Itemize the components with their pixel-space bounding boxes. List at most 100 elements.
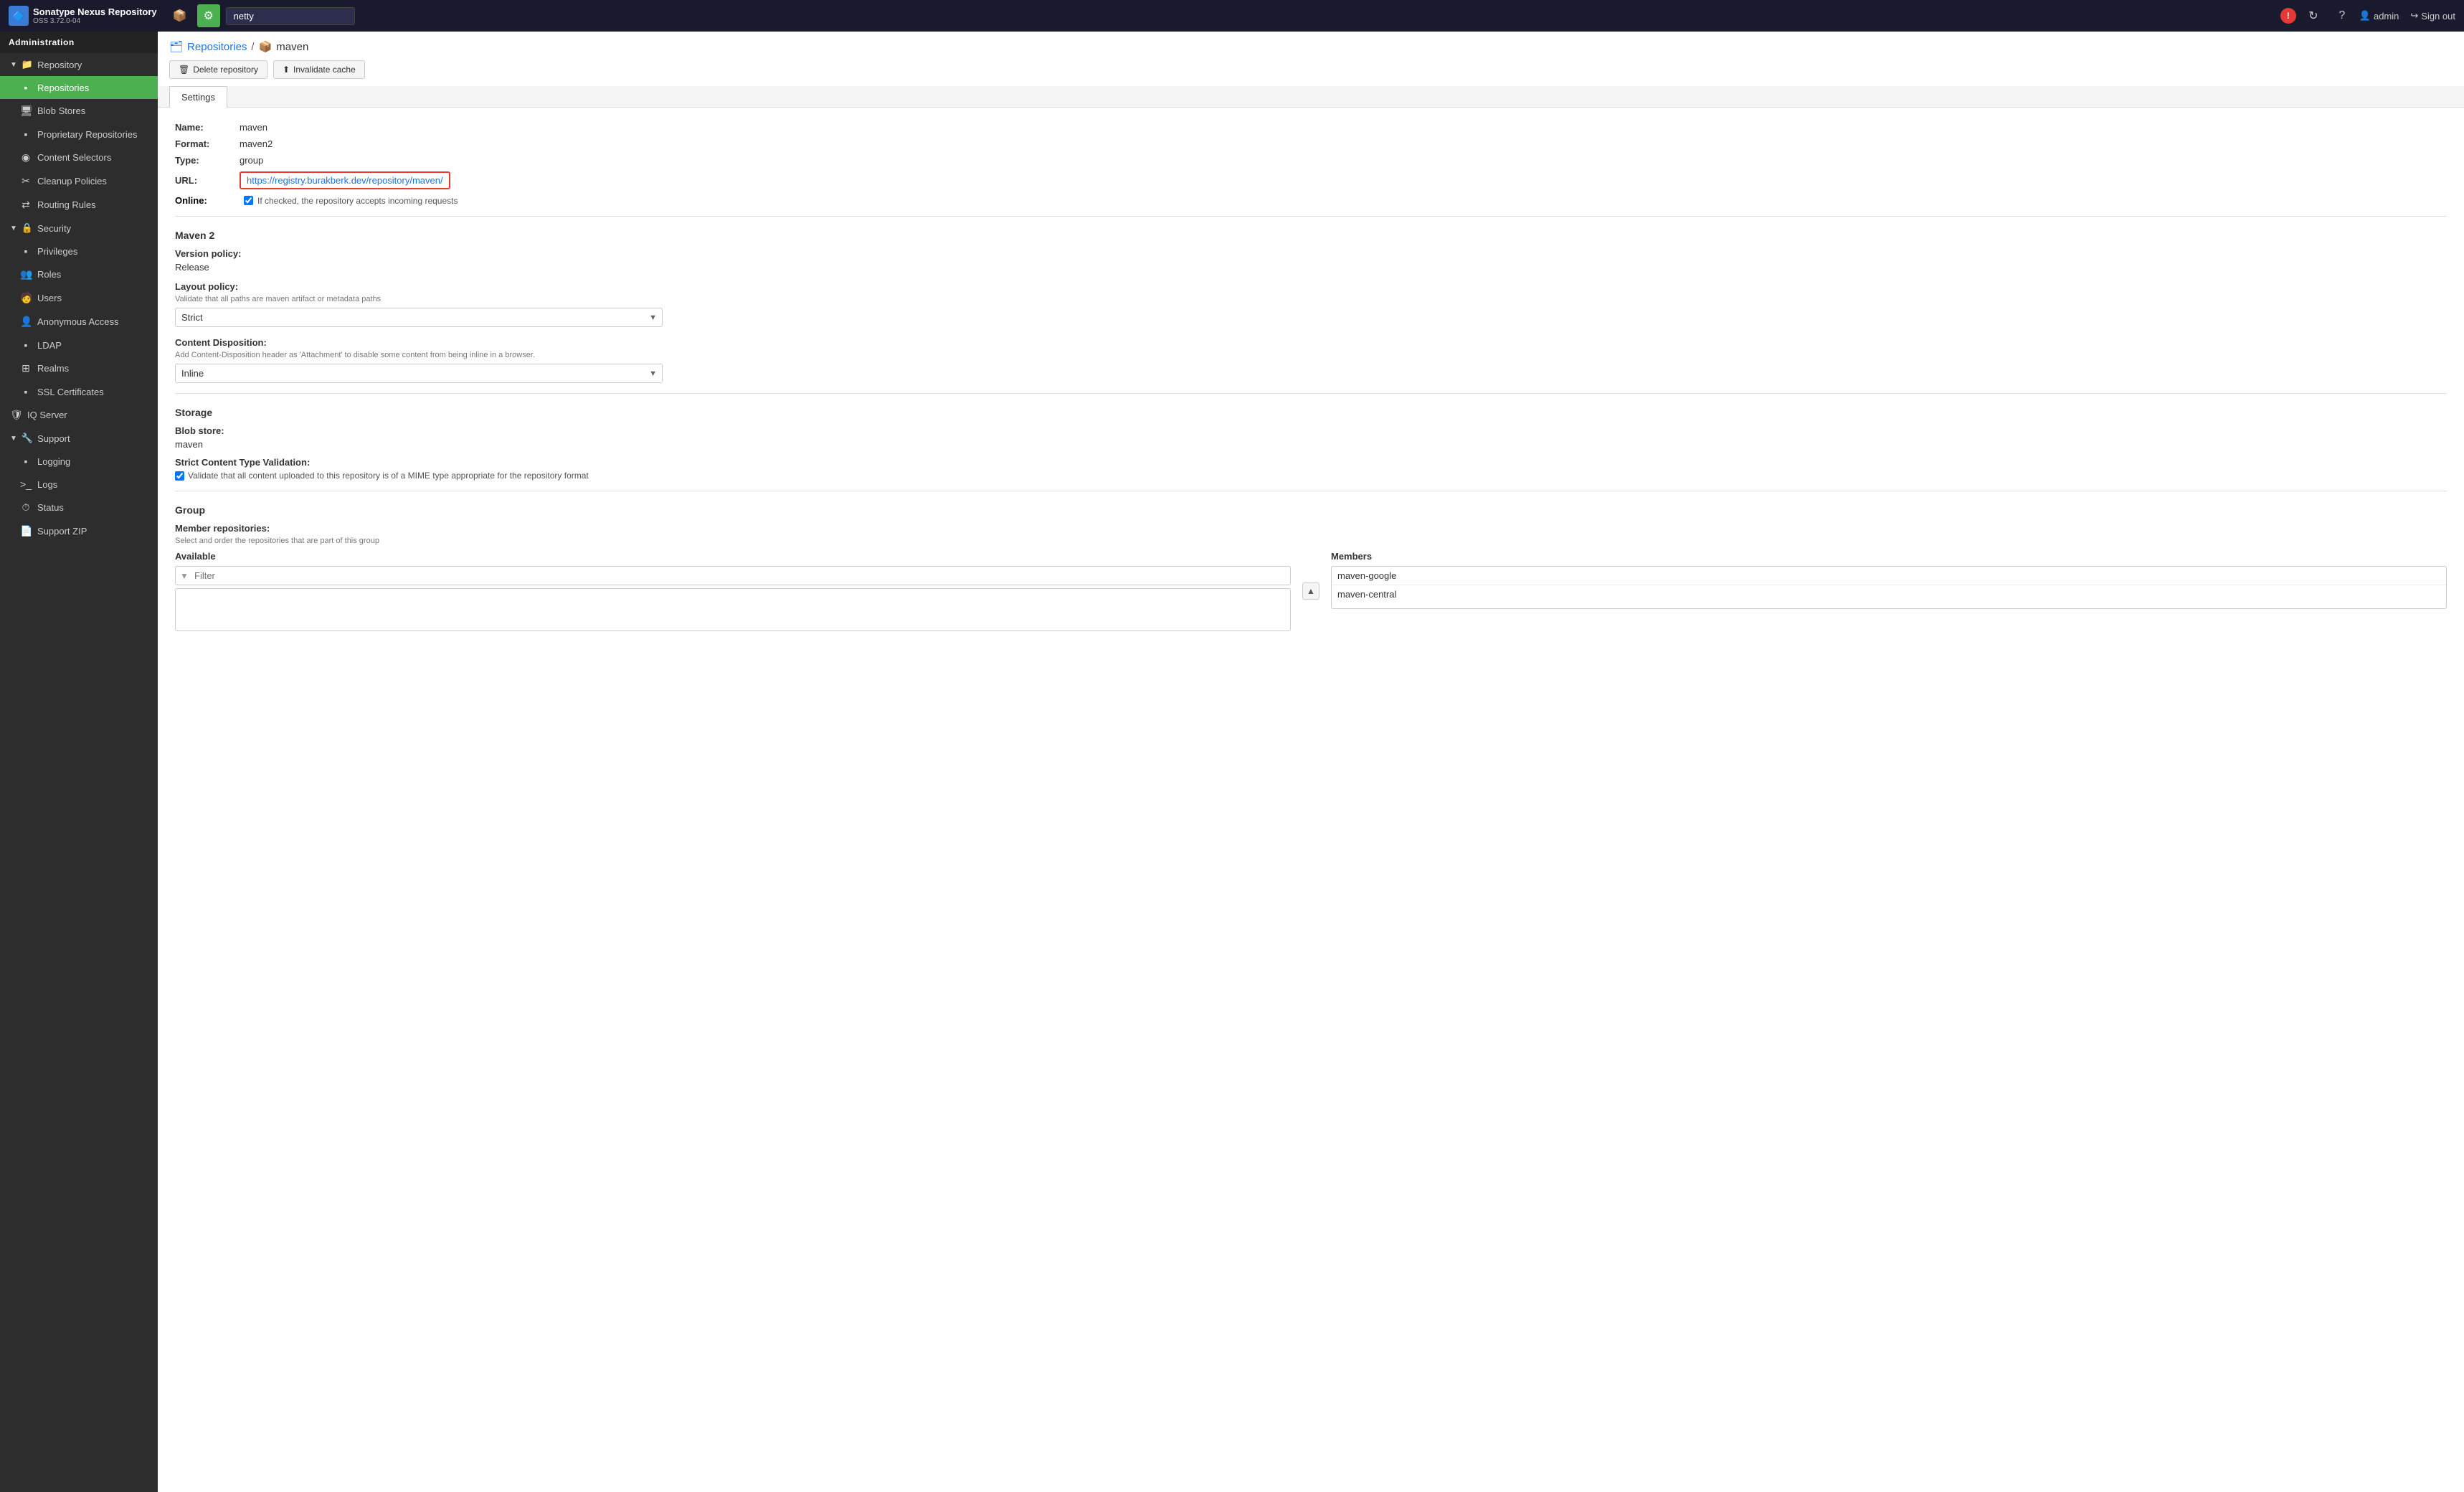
- member-repos-label: Member repositories:: [175, 523, 2447, 534]
- box-icon-btn[interactable]: 📦: [169, 4, 191, 27]
- sidebar-group-repository[interactable]: ▼ 📁 Repository: [0, 53, 158, 76]
- sidebar-item-content-selectors[interactable]: ◉ Content Selectors: [0, 146, 158, 169]
- ssl-icon: ▪: [20, 386, 32, 397]
- member-repos-area: Available ▼ ▲ Members maven-google: [175, 551, 2447, 631]
- divider-2: [175, 393, 2447, 394]
- breadcrumb-parent[interactable]: Repositories: [187, 41, 247, 53]
- sidebar-item-blob-stores-label: Blob Stores: [37, 105, 85, 116]
- online-checkbox[interactable]: [244, 196, 253, 205]
- sidebar-item-proprietary-repos-label: Proprietary Repositories: [37, 129, 137, 140]
- main-content: 🗂 Repositories / 📦 maven 🗑 Delete reposi…: [158, 32, 2464, 1492]
- sidebar-item-ldap[interactable]: ▪ LDAP: [0, 334, 158, 357]
- sidebar-item-realms[interactable]: ⊞ Realms: [0, 357, 158, 380]
- divider-1: [175, 216, 2447, 217]
- sidebar-item-logging-label: Logging: [37, 456, 70, 467]
- help-icon[interactable]: ?: [2331, 4, 2354, 27]
- storage-section-title: Storage: [175, 407, 2447, 418]
- admin-section-title: Administration: [0, 32, 158, 53]
- roles-icon: 👥: [20, 268, 32, 280]
- sidebar-group-label-text: Repository: [37, 60, 82, 70]
- format-value: maven2: [240, 138, 273, 149]
- sidebar-item-logging[interactable]: ▪ Logging: [0, 450, 158, 473]
- member-item-1[interactable]: maven-central: [1332, 585, 2446, 603]
- format-label: Format:: [175, 138, 240, 149]
- invalidate-cache-btn[interactable]: ⬆ Invalidate cache: [273, 60, 365, 79]
- sidebar-item-realms-label: Realms: [37, 363, 69, 374]
- signout-label: Sign out: [2421, 11, 2455, 22]
- sidebar-item-users[interactable]: 🧑 Users: [0, 286, 158, 310]
- user-menu[interactable]: 👤 admin: [2359, 10, 2399, 22]
- layout-policy-select[interactable]: Strict Permissive: [175, 308, 663, 327]
- content-disposition-select[interactable]: Inline Attachment: [175, 364, 663, 383]
- sidebar-item-ssl-label: SSL Certificates: [37, 387, 104, 397]
- sidebar-item-logs-label: Logs: [37, 479, 57, 490]
- sidebar-item-status[interactable]: ⏱ Status: [0, 496, 158, 519]
- move-up-btn[interactable]: ▲: [1302, 582, 1319, 600]
- support-chevron-icon: ▼: [10, 435, 17, 443]
- sidebar-item-proprietary-repos[interactable]: ▪ Proprietary Repositories: [0, 123, 158, 146]
- format-field-row: Format: maven2: [175, 138, 2447, 149]
- search-input[interactable]: [226, 7, 355, 25]
- url-value[interactable]: https://registry.burakberk.dev/repositor…: [240, 171, 450, 189]
- delete-repository-btn[interactable]: 🗑 Delete repository: [169, 60, 267, 79]
- logo-text: Sonatype Nexus Repository OSS 3.72.0-04: [33, 6, 157, 25]
- layout-policy-select-wrapper: Strict Permissive ▼: [175, 308, 663, 327]
- sidebar-item-ssl-certificates[interactable]: ▪ SSL Certificates: [0, 380, 158, 403]
- members-list: maven-google maven-central: [1331, 566, 2447, 609]
- breadcrumb: 🗂 Repositories / 📦 maven: [169, 40, 2453, 53]
- security-group-icon: 🔒: [22, 222, 33, 234]
- sidebar-item-repositories[interactable]: ▪ Repositories: [0, 76, 158, 99]
- support-zip-icon: 📄: [20, 525, 32, 537]
- filter-input-wrap: ▼: [175, 566, 1291, 585]
- available-filter-input[interactable]: [175, 566, 1291, 585]
- sidebar-item-support-zip-label: Support ZIP: [37, 526, 87, 537]
- sidebar-item-roles[interactable]: 👥 Roles: [0, 263, 158, 286]
- group-section-title: Group: [175, 504, 2447, 516]
- content-disposition-label: Content Disposition:: [175, 337, 2447, 348]
- sidebar-item-logs[interactable]: >_ Logs: [0, 473, 158, 496]
- user-label: admin: [2374, 11, 2399, 22]
- sidebar-item-cleanup-policies[interactable]: ✂ Cleanup Policies: [0, 169, 158, 193]
- sidebar-group-security[interactable]: ▼ 🔒 Security: [0, 217, 158, 240]
- online-text: If checked, the repository accepts incom…: [257, 196, 458, 206]
- chevron-down-icon: ▼: [10, 61, 17, 69]
- breadcrumb-current-icon: 📦: [259, 40, 273, 53]
- repositories-icon: ▪: [20, 82, 32, 93]
- gear-icon-btn[interactable]: ⚙: [197, 4, 220, 27]
- refresh-icon[interactable]: ↻: [2302, 4, 2325, 27]
- users-icon: 🧑: [20, 292, 32, 304]
- breadcrumb-current: maven: [276, 41, 308, 53]
- toolbar: 🗑 Delete repository ⬆ Invalidate cache: [169, 60, 2453, 79]
- privileges-icon: ▪: [20, 245, 32, 257]
- filter-icon: ▼: [180, 571, 189, 581]
- delete-label: Delete repository: [193, 65, 258, 75]
- url-field-row: URL: https://registry.burakberk.dev/repo…: [175, 171, 2447, 189]
- sidebar-group-security-label: Security: [37, 223, 71, 234]
- sidebar-item-ldap-label: LDAP: [37, 340, 62, 351]
- sidebar-group-support[interactable]: ▼ 🔧 Support: [0, 427, 158, 450]
- strict-content-checkbox[interactable]: [175, 471, 184, 481]
- sidebar-item-support-zip[interactable]: 📄 Support ZIP: [0, 519, 158, 543]
- alert-badge[interactable]: !: [2280, 8, 2296, 24]
- available-col-title: Available: [175, 551, 1291, 562]
- logs-icon: >_: [20, 478, 32, 490]
- invalidate-label: Invalidate cache: [293, 65, 356, 75]
- member-item-0[interactable]: maven-google: [1332, 567, 2446, 585]
- sidebar-item-iq-server-label: IQ Server: [27, 410, 67, 420]
- type-label: Type:: [175, 155, 240, 166]
- tabs-bar: Settings: [158, 86, 2464, 108]
- member-repos-hint: Select and order the repositories that a…: [175, 537, 2447, 545]
- tab-settings[interactable]: Settings: [169, 86, 227, 108]
- sidebar-item-iq-server[interactable]: 🛡 IQ Server: [0, 403, 158, 427]
- breadcrumb-separator: /: [251, 41, 254, 53]
- sidebar-item-anonymous-access[interactable]: 👤 Anonymous Access: [0, 310, 158, 334]
- sidebar-item-anonymous-access-label: Anonymous Access: [37, 316, 118, 327]
- sidebar-item-privileges[interactable]: ▪ Privileges: [0, 240, 158, 263]
- sidebar-item-routing-rules[interactable]: ⇄ Routing Rules: [0, 193, 158, 217]
- cleanup-policies-icon: ✂: [20, 175, 32, 187]
- sidebar-item-blob-stores[interactable]: 🖥 Blob Stores: [0, 99, 158, 123]
- sidebar-item-privileges-label: Privileges: [37, 246, 77, 257]
- sign-out-btn[interactable]: ↪ Sign out: [2410, 10, 2455, 22]
- layout-policy-label: Layout policy:: [175, 281, 2447, 292]
- url-label: URL:: [175, 175, 240, 186]
